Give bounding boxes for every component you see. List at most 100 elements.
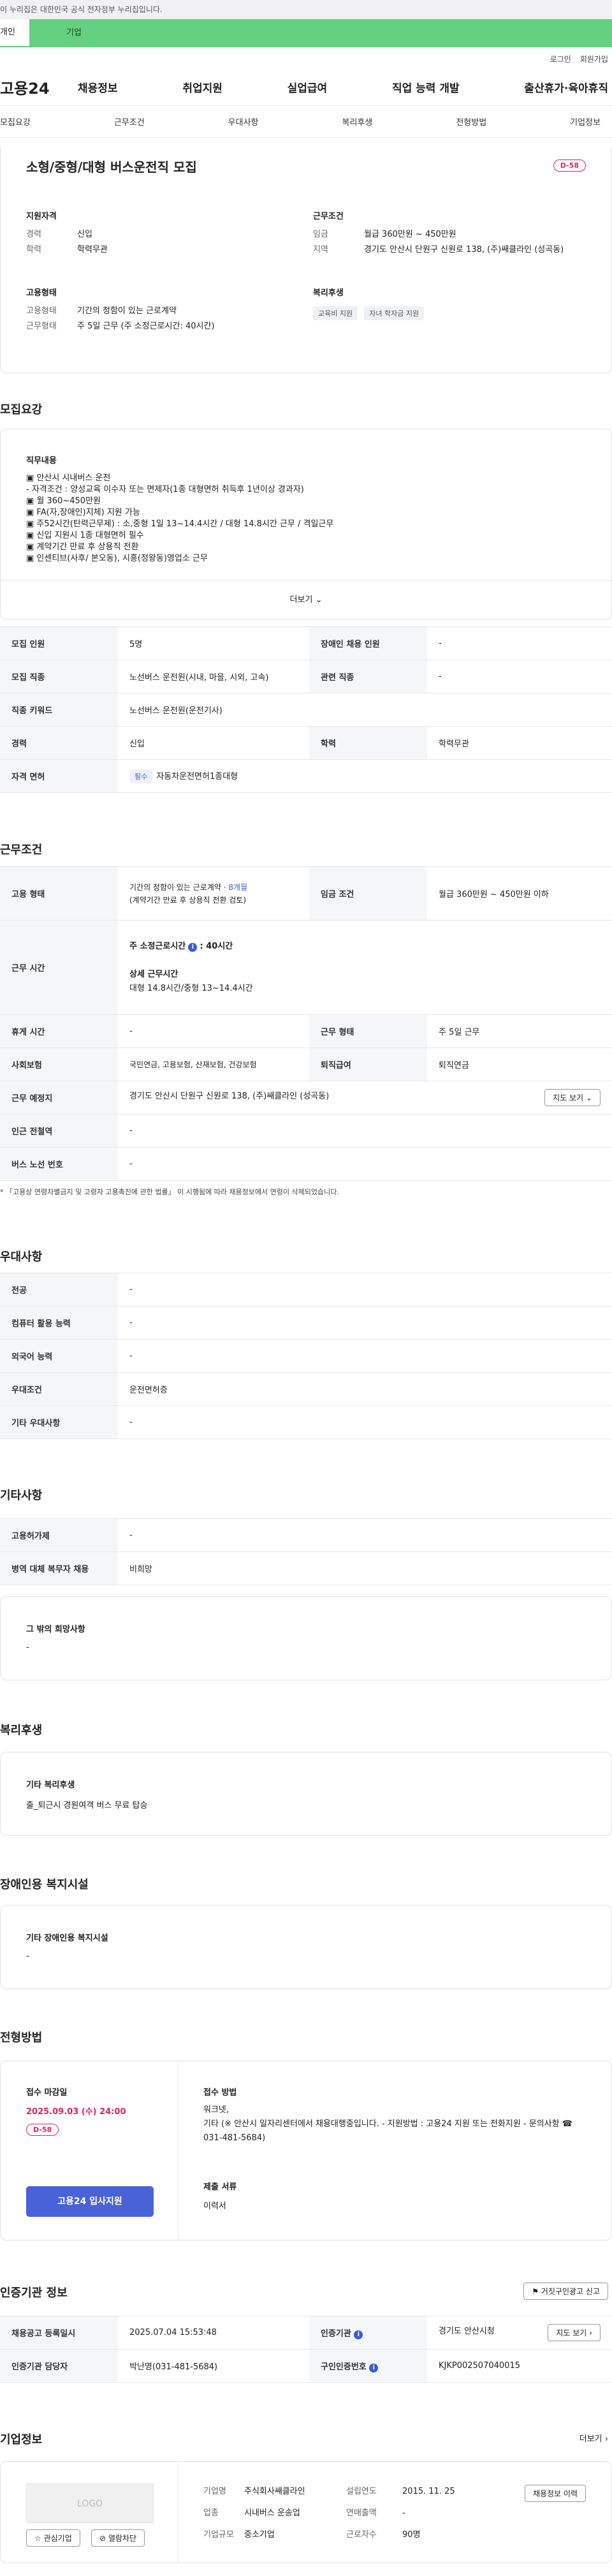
table-row: 고용허가제 -	[0, 1518, 612, 1552]
cell-value: -	[427, 660, 612, 693]
chevron-right-icon: ›	[604, 2434, 608, 2444]
welfare-box-heading: 기타 복리후생	[26, 1780, 75, 1790]
etc-table: 고용허가제 - 병역 대체 복무자 채용 비희망	[0, 1518, 612, 1585]
anchor-recruit[interactable]: 모집요강	[0, 115, 31, 128]
cell-value: -	[427, 626, 612, 660]
section-disabled-title: 장애인용 복지시설	[0, 1878, 89, 1891]
table-row: 우대조건 운전면허증	[0, 1372, 612, 1406]
agency-map-button[interactable]: 지도 보기 ›	[548, 2324, 601, 2341]
hire-history-button[interactable]: 채용정보 이력	[524, 2485, 586, 2502]
disabled-box: 기타 장애인용 복지시설 -	[0, 1905, 612, 1989]
method-line: 워크넷,	[203, 2105, 229, 2115]
fav-label: 관심기업	[43, 2534, 72, 2543]
cell-label: 채용공고 등록일시	[0, 2316, 118, 2350]
tab-individual[interactable]: 개인	[0, 19, 29, 47]
chevron-down-icon: ⌄	[585, 1093, 592, 1102]
work-table: 고용 형태 기간의 정함이 있는 근로계약 · 8개월 (계약기간 만료 후 상용직…	[0, 866, 612, 1181]
gnb-skills-development[interactable]: 직업 능력 개발	[392, 79, 460, 95]
gnb-parental-leave[interactable]: 출산휴가·육아휴직	[524, 79, 608, 95]
login-link[interactable]: 로그인	[550, 54, 571, 69]
sales-value: -	[402, 2508, 405, 2518]
gnb-unemployment-benefit[interactable]: 실업급여	[288, 79, 328, 95]
cell-label: 근무 시간	[0, 920, 118, 1015]
method-line: 기타 (※ 안산시 일자리센터에서 채용대행중입니다. - 지원방법 : 고용2…	[203, 2119, 572, 2143]
agency-table: 채용공고 등록일시 2025.07.04 15:53:48 인증기관 i 경기도 안산…	[0, 2316, 612, 2383]
apply-button[interactable]: 고용24 입사지원	[26, 2186, 154, 2217]
block-view-button[interactable]: ⊘ 열람차단	[91, 2529, 145, 2547]
anchor-pref[interactable]: 우대사항	[228, 115, 259, 128]
cell-label: 사회보험	[0, 1047, 118, 1081]
cell-label: 관련 직종	[309, 660, 427, 693]
gov-banner: 이 누리집은 대한민국 공식 전자정부 누리집입니다.	[0, 0, 612, 19]
table-row: 모집 인원 5명 장애인 채용 인원 -	[0, 626, 612, 660]
cell-label: 인증기관 i	[309, 2316, 427, 2350]
anchor-welfare[interactable]: 복리후생	[342, 115, 372, 128]
table-row: 외국어 능력 -	[0, 1339, 612, 1373]
career-value: 신입	[77, 230, 92, 239]
founded-label: 설립연도	[346, 2487, 377, 2496]
method-heading: 접수 방법	[203, 2088, 237, 2098]
table-row: 인증기관 담당자 박난영(031-481-5684) 구인인증번호 i KJKP002…	[0, 2349, 612, 2383]
cell-label: 우대조건	[0, 1372, 118, 1406]
info-icon[interactable]: i	[369, 2363, 379, 2372]
qual-heading: 지원자격	[26, 212, 57, 221]
company-name-label: 기업명	[203, 2487, 226, 2496]
hours-title: 주 소정근로시간	[129, 941, 186, 951]
signup-link[interactable]: 회원가입	[580, 54, 608, 69]
cell-value: 5명	[118, 626, 309, 660]
emp-type-note: (계약기간 만료 후 상용직 전환 검토)	[129, 895, 246, 905]
cell-label: 병역 대체 복무자 채용	[0, 1551, 118, 1585]
welfare-tag: 교육비 지원	[313, 306, 358, 320]
duty-line: ▣ 안산시 시내버스 운전	[26, 473, 111, 483]
cell-label: 모집 인원	[0, 626, 118, 660]
detail-hours-title: 상세 근무시간	[129, 969, 178, 979]
org-value: 경기도 안산시청	[439, 2327, 495, 2336]
gnb-employment-support[interactable]: 취업지원	[182, 79, 222, 95]
more-button[interactable]: 더보기 ⌄	[1, 580, 611, 619]
tab-company[interactable]: 기업	[29, 19, 612, 47]
table-row: 경력 신입 학력 학력무관	[0, 726, 612, 760]
anchor-process[interactable]: 전형방법	[456, 115, 486, 128]
info-icon[interactable]: i	[188, 942, 198, 952]
cell-value: -	[118, 1405, 612, 1439]
cell-value: 비희망	[118, 1551, 612, 1585]
table-row: 채용공고 등록일시 2025.07.04 15:53:48 인증기관 i 경기도 안산…	[0, 2316, 612, 2350]
career-label: 경력	[26, 230, 41, 239]
table-row: 인근 전철역 -	[0, 1114, 612, 1148]
cell-value: 퇴직연금	[427, 1047, 612, 1081]
cell-value: 기간의 정함이 있는 근로계약 · 8개월 (계약기간 만료 후 상용직 전환 검…	[118, 866, 309, 921]
cell-value: 노선버스 운전원(시내, 마을, 시외, 고속)	[118, 660, 309, 693]
table-row: 버스 노선 번호 -	[0, 1147, 612, 1181]
gnb-job-info[interactable]: 채용정보	[78, 79, 118, 95]
industry-value: 시내버스 운송업	[244, 2508, 300, 2518]
deadline-value: 2025.09.03 (수) 24:00	[26, 2107, 126, 2117]
org-label: 인증기관	[321, 2328, 351, 2339]
cell-value: -	[118, 1014, 309, 1048]
company-card: LOGO ☆ 관심기업 ⊘ 열람차단 기업명 주식회사쌔클라인 설립연도 2015. …	[0, 2461, 612, 2563]
chevron-down-icon: ⌄	[315, 595, 323, 605]
section-work-title: 근무조건	[0, 843, 43, 857]
cell-label: 버스 노선 번호	[0, 1147, 118, 1181]
cell-label: 기타 우대사항	[0, 1405, 118, 1439]
section-agency-title: 인증기관 정보	[0, 2286, 68, 2300]
cond-heading: 근무조건	[313, 212, 344, 221]
table-row: 근무 예정지 경기도 안산시 단원구 신원로 138, (주)쌔클라인 (성곡동)…	[0, 1081, 612, 1114]
company-more-link[interactable]: 더보기 ›	[579, 2432, 608, 2444]
table-row: 기타 우대사항 -	[0, 1405, 612, 1439]
report-button[interactable]: ⚑ 거짓구인광고 신고	[523, 2283, 608, 2300]
cell-value: 신입	[118, 726, 309, 760]
cell-value: -	[118, 1114, 612, 1148]
info-icon[interactable]: i	[354, 2330, 363, 2339]
site-logo[interactable]: 고용24	[0, 76, 78, 98]
map-button[interactable]: 지도 보기 ⌄	[544, 1089, 601, 1106]
industry-label: 업종	[203, 2508, 219, 2518]
cell-label: 장애인 채용 인원	[309, 626, 427, 660]
section-welfare-title: 복리후생	[0, 1724, 43, 1737]
cell-value: 필수 자동차운전면허1종대형	[118, 759, 612, 793]
place-value: 경기도 안산시 단원구 신원로 138, (주)쌔클라인 (성곡동)	[129, 1092, 330, 1101]
favorite-company-button[interactable]: ☆ 관심기업	[26, 2529, 80, 2547]
cell-value: 월급 360만원 ~ 450만원 이하	[427, 866, 612, 921]
emp-heading: 고용형태	[26, 288, 57, 298]
anchor-company[interactable]: 기업정보	[570, 115, 601, 128]
anchor-work[interactable]: 근무조건	[114, 115, 145, 128]
